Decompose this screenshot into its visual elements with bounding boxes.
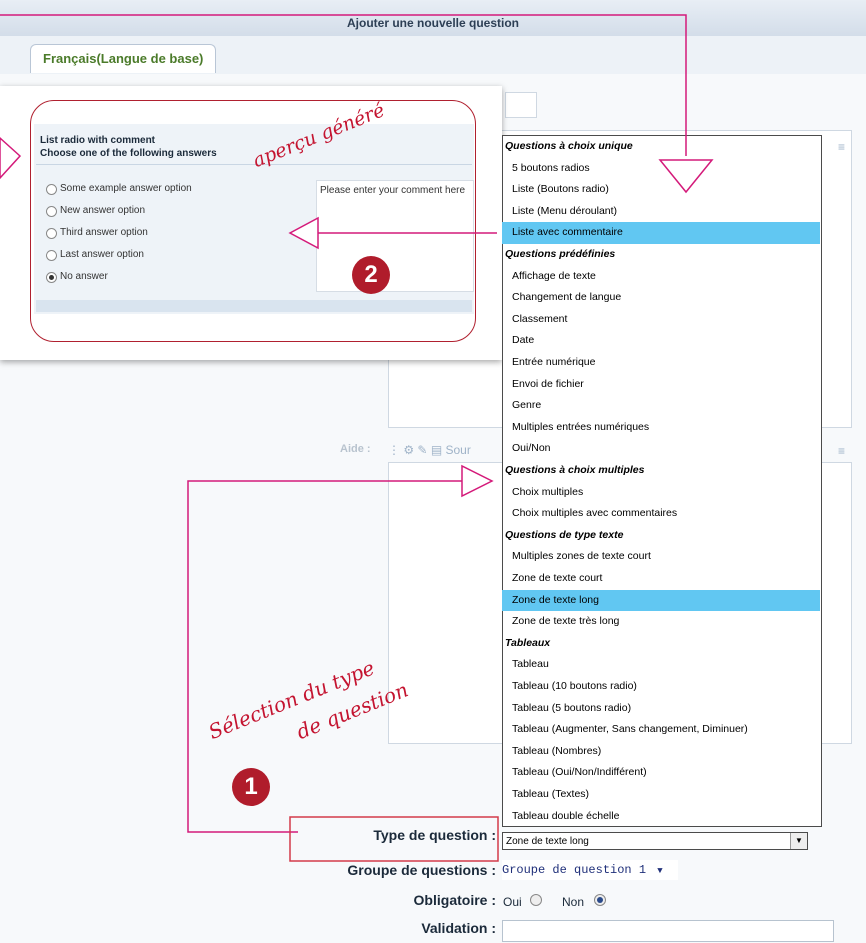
tab-base-language[interactable]: Français(Langue de base) bbox=[30, 44, 217, 73]
badge-1: 1 bbox=[232, 768, 270, 806]
dropdown-option[interactable]: Entrée numérique bbox=[502, 352, 820, 374]
dropdown-option[interactable]: Tableau (5 boutons radio) bbox=[502, 698, 820, 720]
required-no-label: Non bbox=[562, 895, 585, 909]
help-toolbar-icons[interactable]: ⋮ ⚙ ✎ ▤ Sour bbox=[388, 443, 471, 457]
dropdown-option[interactable]: Zone de texte long bbox=[502, 589, 820, 612]
dropdown-option[interactable]: Genre bbox=[502, 395, 820, 417]
dropdown-option[interactable]: Date bbox=[502, 330, 820, 352]
required-label: Obligatoire : bbox=[413, 892, 496, 908]
preview-highlight-frame bbox=[30, 100, 476, 342]
dropdown-option[interactable]: Envoi de fichier bbox=[502, 374, 820, 396]
chevron-down-icon[interactable]: ▼ bbox=[790, 833, 807, 849]
dropdown-option[interactable]: Choix multiples bbox=[502, 482, 820, 504]
dropdown-option[interactable]: Liste (Menu déroulant) bbox=[502, 201, 820, 223]
dropdown-option[interactable]: Multiples entrées numériques bbox=[502, 417, 820, 439]
question-group-select[interactable]: Groupe de question 1 ▼ bbox=[502, 860, 678, 880]
question-group-value: Groupe de question 1 bbox=[502, 863, 647, 877]
dropdown-group-header: Questions de type texte bbox=[505, 528, 624, 541]
dropdown-group-header: Questions à choix multiples bbox=[505, 464, 645, 476]
dropdown-option[interactable]: 5 boutons radios bbox=[502, 158, 820, 180]
dropdown-group-header: Questions à choix unique bbox=[505, 140, 633, 152]
dropdown-group-header: Questions prédéfinies bbox=[505, 248, 616, 260]
required-no-radio[interactable] bbox=[594, 894, 606, 906]
validation-input[interactable] bbox=[502, 920, 834, 942]
dropdown-option[interactable]: Tableau (10 boutons radio) bbox=[502, 676, 820, 698]
dropdown-option[interactable]: Tableau (Nombres) bbox=[502, 741, 820, 763]
dropdown-option[interactable]: Tableau (Textes) bbox=[502, 784, 820, 806]
dropdown-option[interactable]: Classement bbox=[502, 309, 820, 331]
required-yes-radio[interactable] bbox=[530, 894, 542, 906]
question-type-label: Type de question : bbox=[373, 827, 496, 843]
dropdown-option[interactable]: Oui/Non bbox=[502, 438, 820, 460]
source-button[interactable]: Sour bbox=[446, 443, 471, 457]
dropdown-option[interactable]: Liste (Boutons radio) bbox=[502, 179, 820, 201]
dropdown-option[interactable]: Zone de texte très long bbox=[502, 611, 820, 633]
validation-label: Validation : bbox=[421, 920, 496, 936]
dropdown-option[interactable]: Changement de langue bbox=[502, 287, 820, 309]
help-toolbar-icon[interactable]: ≡ bbox=[838, 444, 845, 458]
question-group-label: Groupe de questions : bbox=[347, 862, 496, 878]
dropdown-option[interactable]: Choix multiples avec commentaires bbox=[502, 503, 820, 525]
dropdown-option[interactable]: Tableau double échelle bbox=[502, 806, 820, 828]
help-label: Aide : bbox=[340, 443, 371, 455]
question-type-value: Zone de texte long bbox=[506, 836, 589, 847]
dialog-title: Ajouter une nouvelle question bbox=[346, 16, 519, 30]
chevron-down-icon[interactable]: ▼ bbox=[657, 866, 662, 876]
dropdown-option[interactable]: Liste avec commentaire bbox=[502, 222, 820, 244]
dropdown-option[interactable]: Affichage de texte bbox=[502, 266, 820, 288]
question-type-select[interactable]: Zone de texte long ▼ bbox=[502, 832, 808, 850]
code-input[interactable] bbox=[505, 92, 537, 118]
editor-toolbar-icon[interactable]: ≡ bbox=[838, 140, 845, 154]
dropdown-option[interactable]: Tableau (Augmenter, Sans changement, Dim… bbox=[502, 719, 820, 741]
dropdown-option[interactable]: Tableau (Oui/Non/Indifférent) bbox=[502, 762, 820, 784]
badge-2: 2 bbox=[352, 256, 390, 294]
dropdown-option[interactable]: Zone de texte court bbox=[502, 568, 820, 590]
dropdown-option[interactable]: Multiples zones de texte court bbox=[502, 546, 820, 568]
required-yes-label: Oui bbox=[503, 895, 522, 909]
dropdown-option[interactable]: Tableau bbox=[502, 654, 820, 676]
dropdown-group-header: Tableaux bbox=[505, 636, 551, 649]
